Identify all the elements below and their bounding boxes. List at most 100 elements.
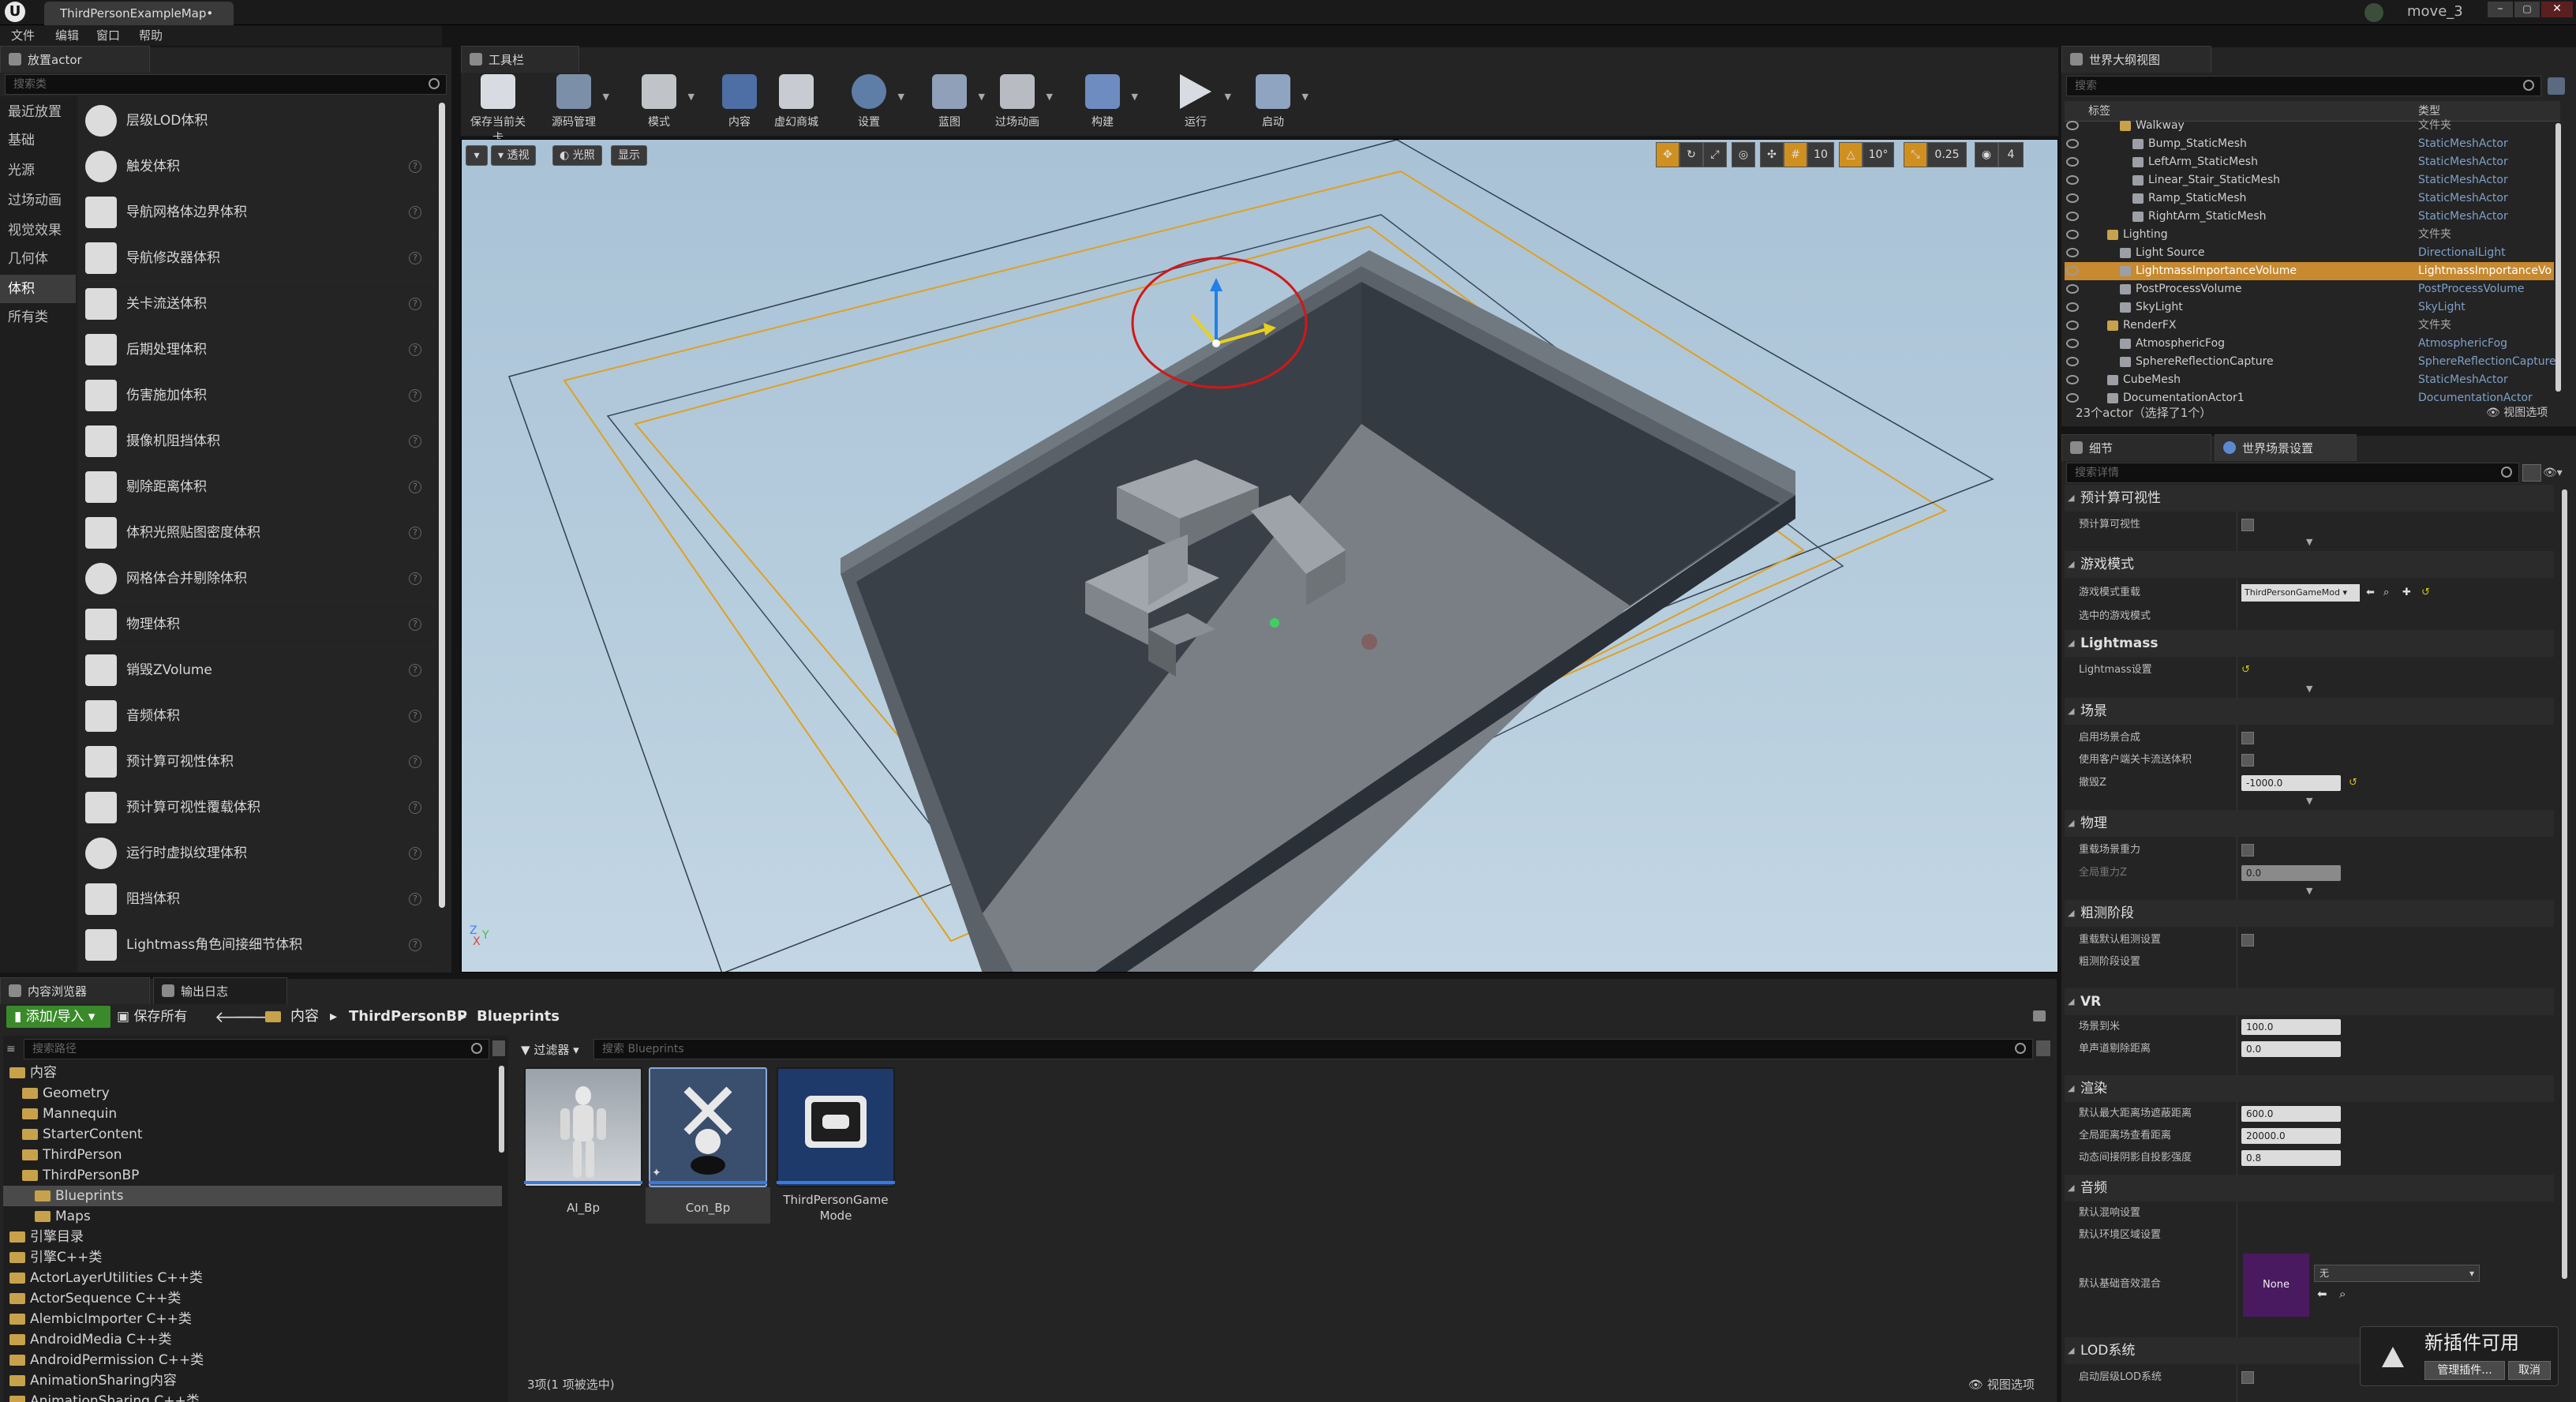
visibility-eye-icon[interactable]	[2066, 139, 2079, 148]
outliner-row[interactable]: LeftArm_StaticMesh StaticMeshActor	[2065, 153, 2554, 171]
place-actors-tab[interactable]: 放置actor	[0, 46, 150, 73]
actor-item[interactable]: 导航修改器体积?	[79, 235, 436, 281]
save-level-button[interactable]: 保存当前关卡	[467, 69, 529, 144]
outliner-row[interactable]: SphereReflectionCapture SphereReflectionC…	[2065, 353, 2556, 371]
outliner-row[interactable]: Walkway 文件夹	[2065, 117, 2554, 135]
settings-button[interactable]: 设置 ▼	[838, 69, 904, 133]
actor-item[interactable]: 摄像机阻挡体积?	[79, 418, 436, 464]
actor-item[interactable]: 预计算可视性体积?	[79, 739, 436, 785]
add-import-button[interactable]: ▮ 添加/导入 ▾	[6, 1006, 110, 1028]
show-button[interactable]: 显示	[611, 145, 647, 166]
game-mode-dropdown[interactable]: ThirdPersonGameMod ▾	[2241, 584, 2360, 602]
visibility-eye-icon[interactable]	[2066, 393, 2079, 403]
chevron-down-icon[interactable]: ▼	[979, 92, 985, 102]
category-recent[interactable]: 最近放置	[0, 98, 76, 126]
viewport-menu-button[interactable]: ▾	[466, 145, 488, 166]
expand-arrow-icon[interactable]: ▼	[2306, 684, 2312, 694]
default-reverb-row[interactable]: 默认混响设置	[2065, 1201, 2554, 1224]
lock-icon[interactable]	[2033, 1010, 2046, 1022]
filter-button[interactable]: ▼ 过滤器 ▾	[521, 1040, 579, 1059]
category-volumes[interactable]: 体积	[0, 275, 76, 303]
details-scrollbar[interactable]	[2562, 489, 2567, 1279]
scale-snap-value[interactable]: 0.25	[1927, 142, 1967, 167]
section-world[interactable]: 场景	[2065, 698, 2554, 725]
browse-icon[interactable]: ⌕	[2383, 581, 2389, 604]
asset-con-bp[interactable]	[649, 1067, 767, 1187]
visibility-eye-icon[interactable]	[2066, 230, 2079, 239]
tree-item[interactable]: ActorSequence C++类	[3, 1288, 502, 1309]
cancel-button[interactable]: 取消	[2508, 1361, 2551, 1380]
chevron-down-icon[interactable]: ▼	[1302, 92, 1309, 102]
precomputed-visibility-checkbox[interactable]	[2241, 519, 2254, 531]
build-button[interactable]: 构建 ▼	[1072, 69, 1138, 133]
asset-view-options[interactable]: 👁 视图选项	[1968, 1375, 2035, 1394]
section-audio[interactable]: 音频	[2065, 1175, 2554, 1201]
rotation-snap-icon[interactable]: △	[1839, 142, 1863, 167]
outliner-settings-icon[interactable]	[2548, 77, 2565, 95]
actor-item[interactable]: Lightmass角色间接细节体积?	[79, 922, 436, 968]
tree-item[interactable]: Geometry	[3, 1083, 502, 1104]
tree-item[interactable]: 引擎C++类	[3, 1247, 502, 1268]
help-icon[interactable]: ?	[409, 801, 421, 814]
breadcrumb-content[interactable]: 内容	[290, 1004, 319, 1029]
actor-item[interactable]: 销毁ZVolume?	[79, 647, 436, 693]
help-icon[interactable]: ?	[409, 298, 421, 310]
help-icon[interactable]: ?	[409, 343, 421, 356]
modes-button[interactable]: 模式 ▼	[628, 69, 695, 133]
category-lights[interactable]: 光源	[0, 156, 76, 185]
actor-item[interactable]: 物理体积?	[79, 602, 436, 647]
menu-file[interactable]: 文件	[11, 25, 35, 46]
selected-game-mode-row[interactable]: 选中的游戏模式	[2065, 605, 2554, 628]
category-basic[interactable]: 基础	[0, 126, 76, 155]
tree-item[interactable]: AnimationSharing内容	[3, 1370, 502, 1391]
enable-lod-checkbox[interactable]	[2241, 1371, 2254, 1384]
breadcrumb-blueprints[interactable]: Blueprints	[477, 1004, 560, 1029]
expand-arrow-icon[interactable]: ▼	[2306, 886, 2312, 896]
actor-item[interactable]: 体积光照贴图密度体积?	[79, 510, 436, 556]
help-icon[interactable]: ?	[409, 572, 421, 585]
visibility-eye-icon[interactable]	[2066, 248, 2079, 257]
actor-item[interactable]: 剔除距离体积?	[79, 464, 436, 510]
actor-item[interactable]: 阻挡体积?	[79, 876, 436, 922]
asset-search-input[interactable]: 搜索 Blueprints	[593, 1039, 2033, 1059]
sound-mix-thumbnail[interactable]: None	[2243, 1254, 2309, 1317]
tree-item[interactable]: AlembicImporter C++类	[3, 1309, 502, 1329]
viewport[interactable]: X Y Z	[461, 139, 2058, 973]
surface-snap-icon[interactable]: ✣	[1760, 142, 1784, 167]
output-log-tab[interactable]: 输出日志	[153, 977, 287, 1004]
visibility-eye-icon[interactable]	[2066, 266, 2079, 276]
tree-item[interactable]: ActorLayerUtilities C++类	[3, 1268, 502, 1288]
outliner-row[interactable]: LightmassImportanceVolume LightmassImport…	[2065, 262, 2554, 280]
section-rendering[interactable]: 渲染	[2065, 1075, 2554, 1102]
content-button[interactable]: 内容	[709, 69, 770, 133]
details-search-input[interactable]: 搜索详情	[2066, 463, 2519, 483]
menu-edit[interactable]: 编辑	[55, 25, 79, 46]
help-icon[interactable]: ?	[409, 847, 421, 860]
asset-thirdperson-gamemode[interactable]	[777, 1067, 895, 1187]
expand-arrow-icon[interactable]: ▼	[2306, 537, 2312, 547]
client-streaming-checkbox[interactable]	[2241, 754, 2254, 767]
sources-toggle-icon[interactable]: ≡	[6, 1040, 22, 1058]
actor-item[interactable]: 触发体积?	[79, 144, 436, 189]
help-icon[interactable]: ?	[409, 755, 421, 768]
property-matrix-icon[interactable]	[2522, 464, 2541, 482]
path-options-icon[interactable]	[492, 1040, 505, 1056]
global-df-distance-input[interactable]: 20000.0	[2241, 1128, 2341, 1144]
scale-snap-icon[interactable]: ⤡	[1904, 142, 1927, 167]
help-icon[interactable]: ?	[409, 664, 421, 677]
actor-list-scrollbar[interactable]	[439, 103, 445, 908]
category-cinematic[interactable]: 过场动画	[0, 186, 76, 215]
content-browser-tab[interactable]: 内容浏览器	[0, 977, 150, 1004]
actor-item[interactable]: 网格体合并剔除体积?	[79, 556, 436, 602]
outliner-scrollbar[interactable]	[2555, 123, 2561, 392]
rotate-tool-icon[interactable]: ↻	[1679, 142, 1703, 167]
global-gravity-input[interactable]: 0.0	[2241, 865, 2341, 881]
actor-item[interactable]: 层级LOD体积	[79, 98, 436, 144]
outliner-row[interactable]: Linear_Stair_StaticMesh StaticMeshActor	[2065, 171, 2554, 189]
breadcrumb-thirdpersonbp[interactable]: ThirdPersonBP	[349, 1004, 467, 1029]
launch-button[interactable]: 启动 ▼	[1242, 69, 1309, 133]
help-icon[interactable]: ?	[409, 389, 421, 402]
world-space-icon[interactable]: ◎	[1732, 142, 1755, 167]
override-broadphase-checkbox[interactable]	[2241, 934, 2254, 947]
class-search-input[interactable]: 搜索类	[5, 74, 447, 95]
